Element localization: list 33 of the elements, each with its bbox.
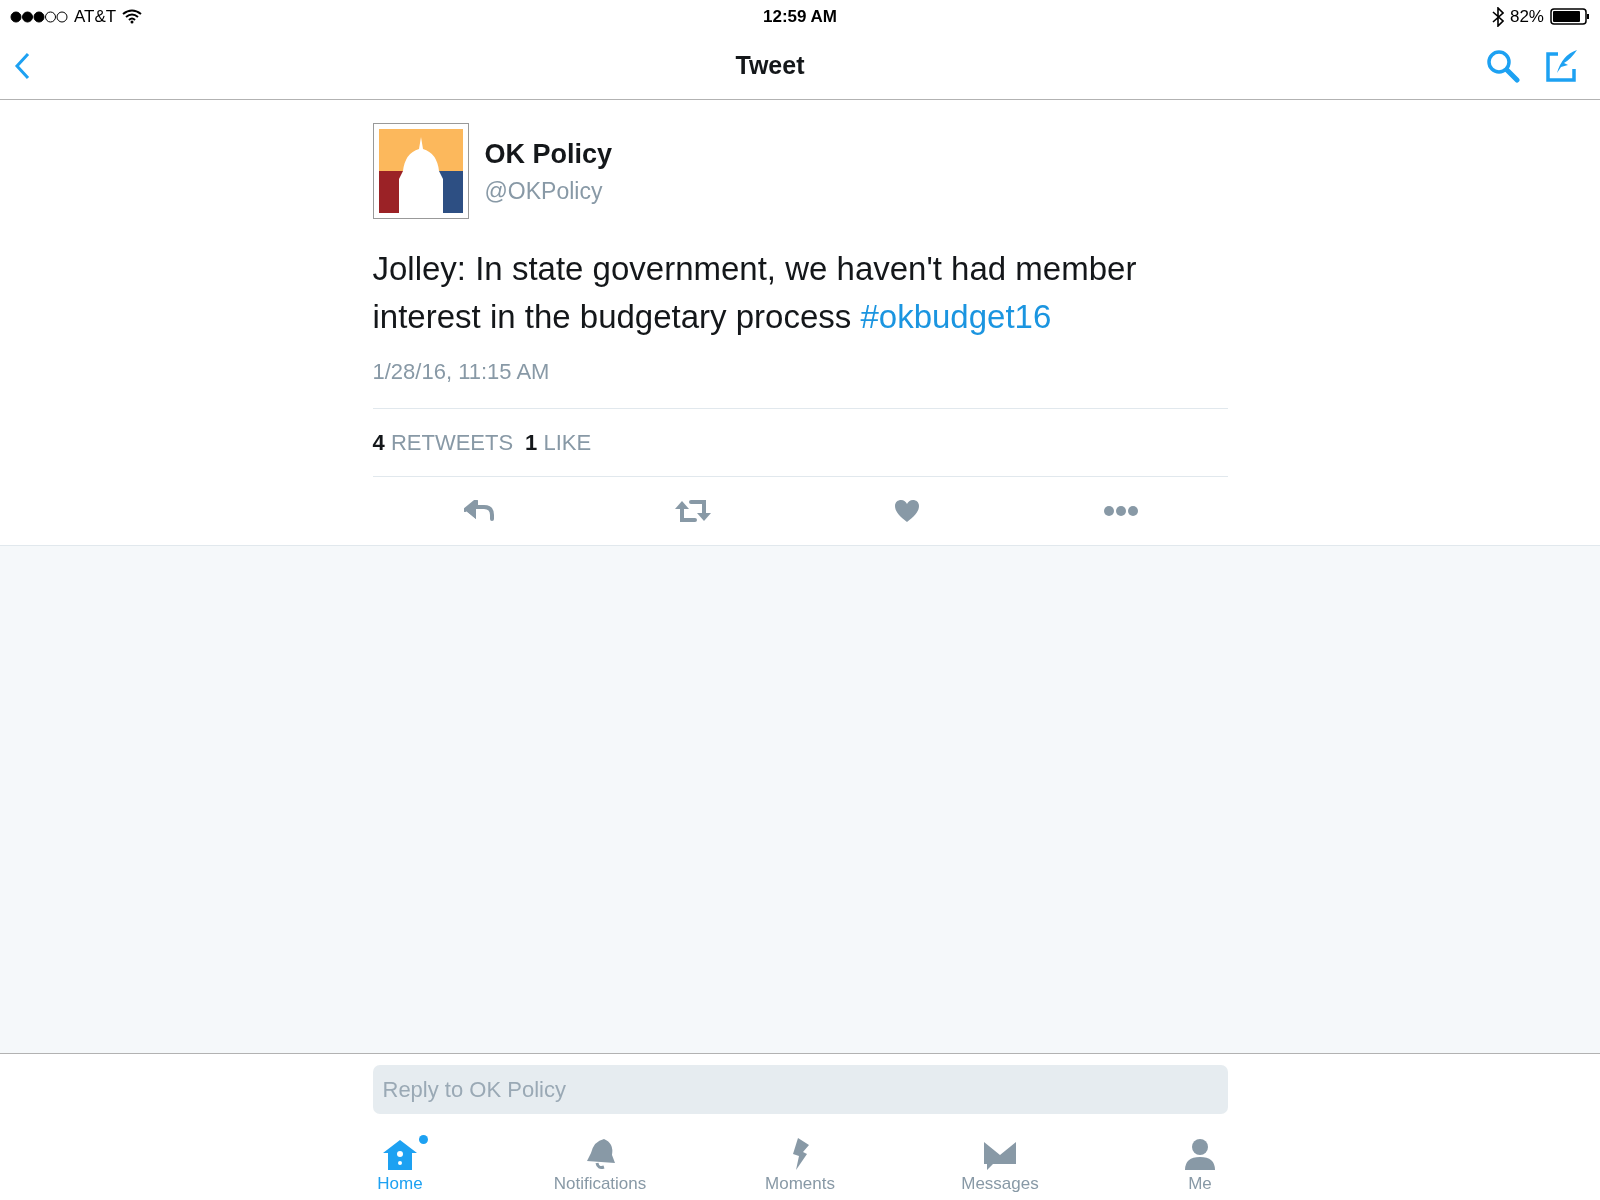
carrier-name: AT&T	[74, 5, 117, 28]
retweet-icon[interactable]	[674, 499, 713, 523]
tab-bar-item[interactable]: Moments	[751, 1130, 849, 1196]
tweet-timestamp: 1/28/16, 11:15 AM	[372, 358, 551, 386]
status-time: 12:59 AM	[763, 5, 837, 28]
tab-bar-item[interactable]: Notifications	[539, 1130, 661, 1196]
engagement-count[interactable]: 4 RETWEETS	[372, 426, 514, 459]
back-icon[interactable]	[14, 52, 30, 80]
more-icon[interactable]	[1102, 505, 1139, 517]
search-icon[interactable]	[1486, 49, 1520, 83]
tweet-text: Jolley: In state government, we haven't had member interest in the budgetary process #okbudget16	[372, 249, 1138, 337]
engagement-count[interactable]: 1 LIKE	[525, 426, 592, 459]
battery-icon	[1550, 8, 1590, 25]
bluetooth-icon	[1491, 6, 1504, 27]
reply-field[interactable]: Reply to OK Policy	[372, 1065, 1228, 1114]
reply-icon[interactable]	[464, 500, 495, 522]
author-name[interactable]: OK Policy	[484, 133, 613, 174]
page-title: Tweet	[735, 50, 805, 82]
wifi-icon	[122, 9, 143, 24]
compose-icon[interactable]	[1544, 49, 1580, 83]
author-handle[interactable]: @OKPolicy	[484, 174, 613, 209]
tab-bar-item[interactable]: Home	[363, 1130, 437, 1196]
hashtag-link[interactable]: #okbudget16	[860, 298, 1052, 335]
tab-bar-item[interactable]: Me	[1169, 1130, 1231, 1196]
bell-icon	[584, 1136, 616, 1171]
envelope-icon	[983, 1140, 1017, 1171]
lightning-icon	[790, 1136, 810, 1171]
tab-bar-item[interactable]: Messages	[947, 1130, 1053, 1196]
heart-icon[interactable]	[893, 499, 920, 523]
signal-icon	[10, 10, 68, 23]
house-icon	[382, 1138, 418, 1171]
person-icon	[1183, 1136, 1217, 1171]
battery-percent: 82%	[1509, 5, 1544, 28]
